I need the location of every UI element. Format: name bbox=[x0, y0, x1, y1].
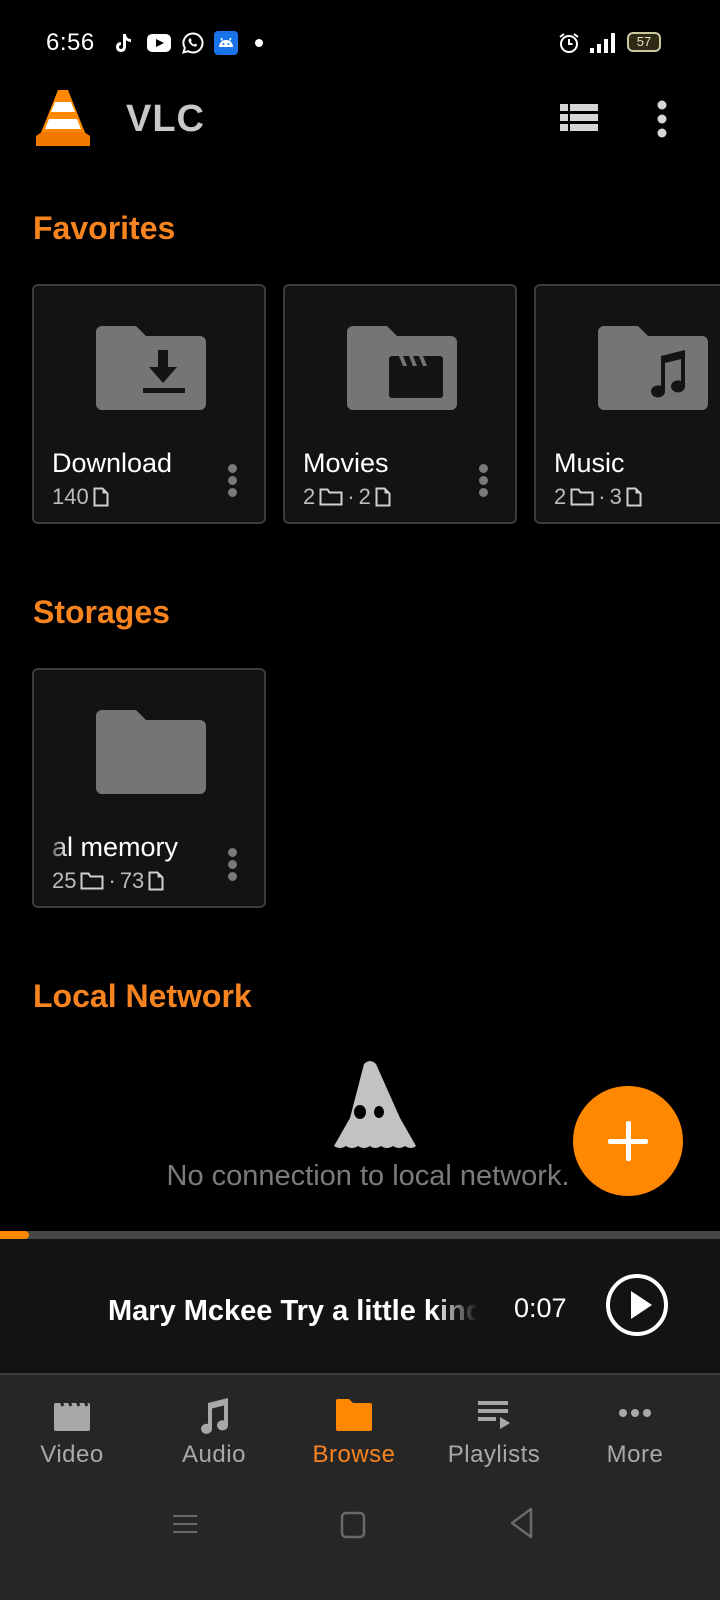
file-count: 140 bbox=[52, 484, 89, 509]
mini-player[interactable]: Mary Mckee Try a little kindness 0:07 bbox=[0, 1239, 720, 1373]
folder-outline-icon bbox=[80, 872, 104, 890]
card-meta: 2 · 2 bbox=[303, 484, 391, 510]
file-count: 3 bbox=[609, 484, 622, 509]
vlc-logo-icon bbox=[36, 90, 90, 146]
back-icon[interactable] bbox=[508, 1505, 534, 1541]
folder-count: 2 bbox=[554, 484, 567, 509]
storages-title: Storages bbox=[33, 594, 170, 630]
youtube-icon bbox=[147, 34, 171, 52]
favorite-card-music[interactable]: Music 2 · 3 bbox=[534, 284, 720, 524]
file-icon bbox=[148, 871, 164, 891]
status-time: 6:56 bbox=[46, 29, 95, 56]
storage-card-internal-memory[interactable]: al memory 25 · 73 bbox=[32, 668, 266, 908]
card-title: al memory bbox=[52, 832, 179, 862]
add-server-fab[interactable] bbox=[573, 1086, 683, 1196]
ghost-cone-icon bbox=[334, 1061, 416, 1148]
card-meta: 25 · 73 bbox=[52, 868, 164, 894]
folder-download-icon bbox=[96, 326, 206, 410]
nav-tab-audio[interactable]: Audio bbox=[142, 1375, 286, 1485]
local-network-title: Local Network bbox=[33, 978, 252, 1014]
favorites-title: Favorites bbox=[33, 210, 176, 246]
notification-dot-icon bbox=[255, 39, 263, 47]
nav-label: Audio bbox=[182, 1441, 246, 1468]
file-icon bbox=[375, 487, 391, 507]
file-count: 73 bbox=[119, 868, 145, 893]
more-dots-icon bbox=[619, 1409, 651, 1417]
folder-icon bbox=[336, 1399, 372, 1431]
alarm-icon bbox=[559, 33, 579, 53]
favorite-card-movies[interactable]: Movies 2 · 2 bbox=[283, 284, 517, 524]
card-menu-button[interactable] bbox=[224, 848, 240, 888]
track-time: 0:07 bbox=[514, 1293, 567, 1323]
card-menu-button[interactable] bbox=[224, 464, 240, 504]
folder-count: 2 bbox=[303, 484, 316, 509]
nav-tab-browse[interactable]: Browse bbox=[282, 1375, 426, 1485]
separator: · bbox=[108, 868, 116, 893]
bottom-navigation: Video Audio Browse Playlists More bbox=[0, 1373, 720, 1600]
folder-outline-icon bbox=[570, 488, 594, 506]
view-mode-icon[interactable] bbox=[560, 102, 600, 136]
folder-movies-icon bbox=[347, 326, 457, 410]
favorite-card-download[interactable]: Download 140 bbox=[32, 284, 266, 524]
nav-label: Playlists bbox=[447, 1441, 541, 1468]
file-icon bbox=[93, 487, 109, 507]
signal-icon bbox=[590, 33, 615, 53]
nav-tab-video[interactable]: Video bbox=[0, 1375, 144, 1485]
card-title: Movies bbox=[303, 448, 389, 478]
card-meta: 140 bbox=[52, 484, 109, 510]
nav-label: Browse bbox=[312, 1441, 396, 1468]
playlist-icon bbox=[478, 1401, 510, 1429]
card-title: Download bbox=[52, 448, 173, 478]
video-clapper-icon bbox=[54, 1398, 90, 1431]
music-note-icon bbox=[201, 1398, 229, 1434]
home-icon[interactable] bbox=[340, 1507, 366, 1541]
status-bar: 6:56 57 bbox=[0, 0, 720, 88]
android-icon bbox=[214, 31, 238, 55]
battery-icon: 57 bbox=[627, 32, 661, 52]
card-menu-button[interactable] bbox=[475, 464, 491, 504]
file-icon bbox=[626, 487, 642, 507]
playback-progress-bar[interactable] bbox=[0, 1231, 720, 1239]
track-title: Mary Mckee Try a little kindness bbox=[108, 1295, 478, 1327]
separator: · bbox=[598, 484, 606, 509]
recents-menu-icon[interactable] bbox=[172, 1507, 198, 1541]
app-title: VLC bbox=[126, 98, 205, 140]
folder-music-icon bbox=[598, 326, 708, 410]
nav-tab-more[interactable]: More bbox=[563, 1375, 707, 1485]
file-count: 2 bbox=[358, 484, 371, 509]
whatsapp-icon bbox=[182, 32, 204, 54]
folder-count: 25 bbox=[52, 868, 77, 893]
separator: · bbox=[347, 484, 355, 509]
tiktok-icon bbox=[116, 34, 131, 52]
overflow-menu-icon[interactable] bbox=[650, 100, 674, 138]
card-title: Music bbox=[554, 448, 625, 478]
play-button[interactable] bbox=[606, 1274, 668, 1336]
nav-label: More bbox=[606, 1441, 664, 1468]
folder-icon bbox=[96, 710, 206, 794]
app-bar: VLC bbox=[0, 88, 720, 154]
folder-outline-icon bbox=[319, 488, 343, 506]
card-meta: 2 · 3 bbox=[554, 484, 642, 510]
nav-tab-playlists[interactable]: Playlists bbox=[422, 1375, 566, 1485]
playback-progress-fill bbox=[0, 1231, 29, 1239]
nav-label: Video bbox=[40, 1441, 104, 1468]
